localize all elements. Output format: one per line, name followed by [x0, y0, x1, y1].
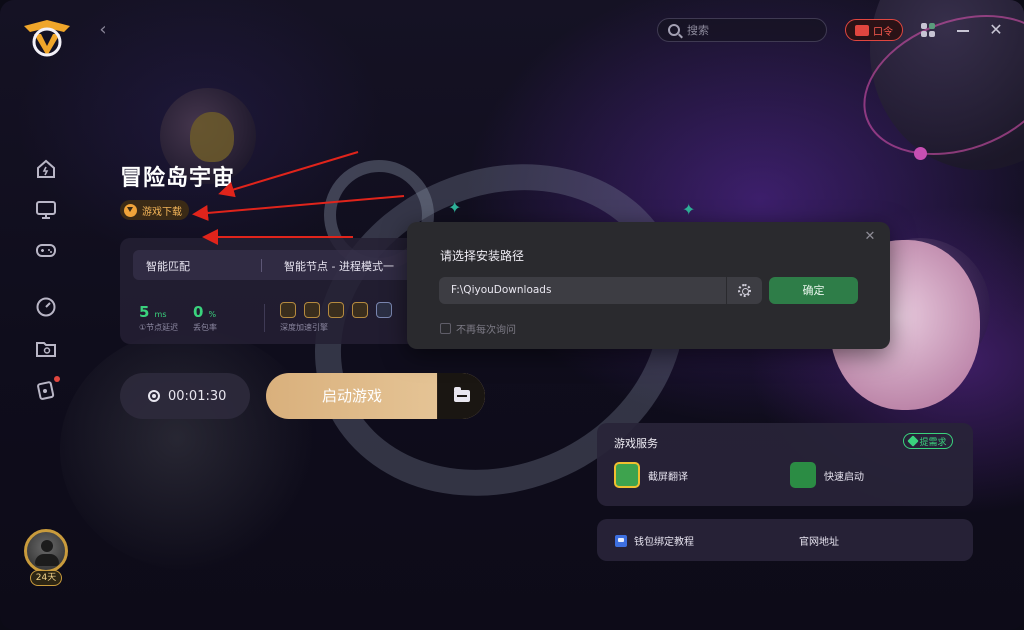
- sidebar-item-monitor[interactable]: [34, 198, 58, 222]
- browse-path-button[interactable]: [726, 277, 762, 304]
- folder-icon: [36, 342, 56, 357]
- request-label: 提需求: [919, 437, 947, 448]
- dont-ask-checkbox[interactable]: [440, 323, 451, 334]
- game-download-button[interactable]: 游戏下载: [120, 200, 189, 220]
- official-site-link[interactable]: 官网地址: [799, 533, 839, 548]
- launch-game-group: 启动游戏: [266, 373, 485, 419]
- download-label: 游戏下载: [142, 206, 182, 218]
- open-folder-button[interactable]: [438, 373, 485, 419]
- latency-unit: ms: [154, 310, 167, 319]
- install-path-value: F:\QiyouDownloads: [451, 284, 552, 296]
- avatar-body: [35, 554, 59, 566]
- kouling-label: 口令: [873, 26, 893, 38]
- engine-label: 深度加速引擎: [280, 323, 328, 332]
- link-label: 官网地址: [799, 537, 839, 548]
- timer-value: 00:01:30: [168, 388, 227, 404]
- engine-feature-icon[interactable]: [328, 302, 344, 318]
- coupon-icon: [855, 24, 869, 36]
- link-label: 钱包绑定教程: [634, 537, 694, 548]
- monitor-icon: [36, 201, 56, 219]
- request-feature-button[interactable]: 提需求: [903, 433, 953, 449]
- install-path-field[interactable]: F:\QiyouDownloads: [439, 277, 762, 304]
- sparkle-icon: ✦: [682, 200, 696, 219]
- sidebar-item-cards[interactable]: [34, 378, 58, 402]
- tab-smart-match[interactable]: 智能匹配: [146, 258, 190, 274]
- sparkle-icon: ✦: [448, 198, 462, 217]
- sidebar-item-folder[interactable]: [34, 337, 58, 361]
- engine-feature-icon[interactable]: [352, 302, 368, 318]
- latency-label: ①节点延迟: [139, 323, 179, 332]
- app-logo: [24, 20, 70, 57]
- search-icon: [668, 24, 680, 36]
- wallet-tutorial-link[interactable]: 钱包绑定教程: [615, 533, 694, 548]
- tab-divider: [261, 259, 262, 272]
- avatar-head: [41, 540, 53, 552]
- dialog-close-button[interactable]: ✕: [863, 230, 877, 244]
- app-window: ✦ ✦ ‹ 搜索 口令 ✕ 24天 冒险岛宇宙 游戏下载 智能匹配 智能节点 -…: [0, 0, 1024, 630]
- loss-label: 丢包率: [193, 323, 217, 332]
- bubble-inner-decoration: [190, 112, 234, 162]
- user-avatar[interactable]: [24, 529, 68, 573]
- links-card: 钱包绑定教程 官网地址: [597, 519, 973, 561]
- services-title: 游戏服务: [614, 437, 658, 450]
- dont-ask-label: 不再每次询问: [456, 325, 516, 336]
- search-placeholder: 搜索: [687, 24, 709, 37]
- dont-ask-option[interactable]: 不再每次询问: [440, 321, 516, 336]
- latency-stat: 5 ms ①节点延迟: [139, 302, 178, 333]
- mode-tabs: 智能匹配 智能节点 - 进程模式一: [133, 250, 420, 280]
- vip-days-badge: 24天: [30, 570, 62, 586]
- game-title: 冒险岛宇宙: [120, 166, 236, 191]
- session-timer[interactable]: 00:01:30: [120, 373, 250, 419]
- annotation-arrow: [218, 151, 359, 198]
- planet-dot-decoration: [914, 147, 927, 160]
- service-label: 快速启动: [824, 471, 864, 483]
- annotation-arrow: [192, 195, 405, 221]
- record-icon: [148, 390, 160, 402]
- engine-feature-icon[interactable]: [376, 302, 392, 318]
- dialog-title: 请选择安装路径: [440, 249, 525, 263]
- sidebar-item-speed[interactable]: [34, 295, 58, 319]
- acceleration-info-panel: 智能匹配 智能节点 - 进程模式一 5 ms ①节点延迟 0 % 丢包率 深度加…: [120, 238, 420, 344]
- pen-icon: [907, 435, 920, 447]
- search-input[interactable]: 搜索: [657, 18, 827, 42]
- stat-divider: [264, 304, 265, 332]
- sidebar-item-home[interactable]: [34, 157, 58, 181]
- close-window-button[interactable]: ✕: [988, 22, 1004, 38]
- notification-dot: [54, 376, 60, 382]
- game-services-card: 游戏服务 提需求 截屏翻译 快速启动: [597, 423, 973, 506]
- sidebar-item-games[interactable]: [34, 238, 58, 262]
- install-path-dialog: ✕ 请选择安装路径 F:\QiyouDownloads 确定 不再每次询问: [407, 222, 890, 349]
- quick-launch-icon: [790, 462, 816, 488]
- speedometer-icon: [36, 297, 56, 317]
- service-label: 截屏翻译: [648, 471, 688, 483]
- tab-smart-node[interactable]: 智能节点 - 进程模式一: [284, 258, 394, 274]
- gear-icon: [738, 284, 751, 297]
- apps-grid-icon[interactable]: [921, 23, 935, 37]
- cards-icon: [37, 381, 55, 400]
- kouling-button[interactable]: 口令: [845, 19, 903, 41]
- download-icon: [124, 203, 137, 217]
- engine-feature-icon[interactable]: [304, 302, 320, 318]
- gamepad-icon: [36, 244, 56, 257]
- character-decoration: [60, 330, 320, 570]
- launch-game-button[interactable]: 启动游戏: [266, 373, 438, 419]
- minimize-button[interactable]: [955, 22, 971, 38]
- latency-value: 5: [139, 303, 150, 321]
- wallet-icon: [615, 534, 627, 547]
- confirm-button[interactable]: 确定: [769, 277, 858, 304]
- loss-unit: %: [208, 310, 217, 319]
- loss-value: 0: [193, 303, 204, 321]
- folder-open-icon: [453, 387, 470, 402]
- engine-feature-icon[interactable]: [280, 302, 296, 318]
- home-icon: [37, 159, 55, 178]
- packet-loss-stat: 0 % 丢包率: [193, 302, 217, 333]
- service-screenshot-translate[interactable]: 截屏翻译: [614, 462, 688, 488]
- service-quick-launch[interactable]: 快速启动: [790, 462, 864, 488]
- engine-feature-icons: [280, 302, 392, 318]
- screenshot-translate-icon: [614, 462, 640, 488]
- back-button[interactable]: ‹: [92, 18, 114, 42]
